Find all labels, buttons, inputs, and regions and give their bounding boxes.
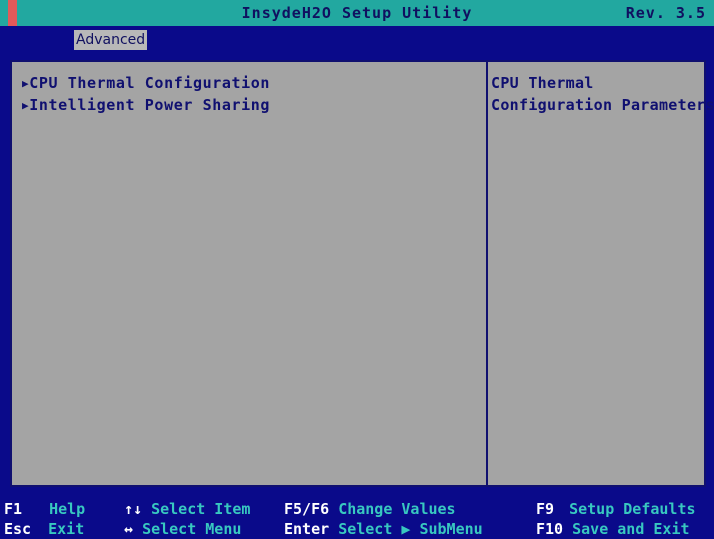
key-description: Save and Exit — [572, 520, 690, 538]
key-legend: F1 Help Esc Exit ↑↓ Select Item ↔ Select… — [0, 495, 714, 539]
menu-item-cpu-thermal-configuration[interactable]: ▶CPU Thermal Configuration — [22, 74, 270, 92]
title-bar: InsydeH2O Setup Utility Rev. 3.5 — [0, 0, 714, 26]
key-description: Change Values — [338, 500, 456, 518]
menu-item-label: CPU Thermal Configuration — [29, 74, 271, 92]
key-setup-defaults: F9 Setup Defaults — [536, 500, 696, 518]
help-text-line-2: Configuration Parameters — [491, 96, 714, 114]
key-exit: Esc Exit — [4, 520, 84, 538]
help-text-line-1: CPU Thermal — [491, 74, 594, 92]
key-label: Esc — [4, 520, 32, 538]
menu-item-intelligent-power-sharing[interactable]: ▶Intelligent Power Sharing — [22, 96, 270, 114]
app-title: InsydeH2O Setup Utility — [241, 4, 473, 22]
tab-advanced[interactable]: Advanced — [74, 30, 148, 50]
key-label: F9 — [536, 500, 555, 518]
main-panel: ▶CPU Thermal Configuration ▶Intelligent … — [10, 60, 714, 487]
key-label: F10 — [536, 520, 564, 538]
key-change-values: F5/F6 Change Values — [284, 500, 456, 518]
key-description: Select Menu — [142, 520, 242, 538]
key-label: Enter — [284, 520, 330, 538]
revision-label: Rev. 3.5 — [625, 4, 706, 22]
arrow-left-right-icon: ↔ — [124, 520, 134, 538]
menu-item-label: Intelligent Power Sharing — [29, 96, 271, 114]
menu-bar: Advanced — [0, 26, 714, 52]
key-description: Help — [49, 500, 86, 518]
settings-list: ▶CPU Thermal Configuration ▶Intelligent … — [12, 62, 486, 485]
key-description: Select ▶ SubMenu — [338, 520, 483, 538]
key-save-and-exit: F10 Save and Exit — [536, 520, 690, 538]
key-enter-submenu: Enter Select ▶ SubMenu — [284, 520, 483, 538]
key-select-item: ↑↓ Select Item — [124, 500, 250, 518]
help-pane: CPU Thermal Configuration Parameters — [488, 62, 714, 485]
key-description: Select Item — [151, 500, 251, 518]
key-description: Setup Defaults — [569, 500, 696, 518]
key-select-menu: ↔ Select Menu — [124, 520, 241, 538]
key-label: F1 — [4, 500, 23, 518]
key-label: F5/F6 — [284, 500, 330, 518]
key-description: Exit — [48, 520, 85, 538]
key-help: F1 Help — [4, 500, 85, 518]
arrow-up-down-icon: ↑↓ — [124, 500, 143, 518]
